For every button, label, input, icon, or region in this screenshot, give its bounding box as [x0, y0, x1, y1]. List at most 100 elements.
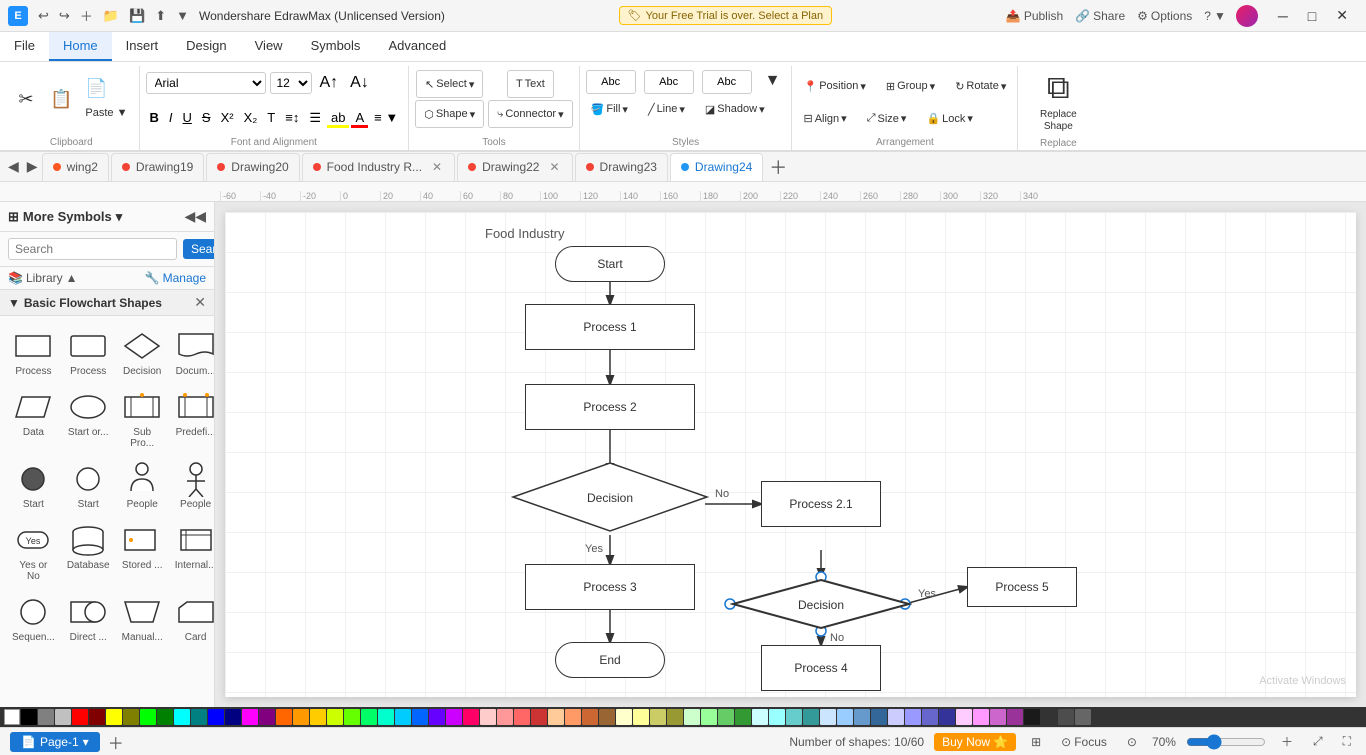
font-family-select[interactable]: Arial [146, 72, 266, 94]
color-sky-blue[interactable] [395, 709, 411, 725]
line-button[interactable]: ╱ Line ▾ [643, 98, 690, 120]
shape-start-oval[interactable]: Start or... [63, 385, 114, 453]
user-avatar[interactable] [1236, 5, 1258, 27]
color-peach[interactable] [548, 709, 564, 725]
color-orchid[interactable] [973, 709, 989, 725]
replace-shape-button[interactable]: ⧉ Replace Shape [1028, 66, 1088, 136]
color-lime[interactable] [140, 709, 156, 725]
font-color-button[interactable]: A [351, 107, 368, 129]
color-light-green[interactable] [701, 709, 717, 725]
shape-people[interactable]: People [118, 457, 167, 514]
shape-process21[interactable]: Process 2.1 [761, 481, 881, 527]
color-mid-gray[interactable] [1075, 709, 1091, 725]
publish-button[interactable]: 📤 Publish [1006, 9, 1063, 23]
color-dodger-blue[interactable] [412, 709, 428, 725]
shape-stored[interactable]: Stored ... [118, 518, 167, 586]
fill-button[interactable]: 🪣 Fill ▾ [586, 98, 633, 120]
paste-button[interactable]: 📄 [80, 78, 132, 100]
menu-design[interactable]: Design [172, 32, 240, 61]
paste-options-button[interactable]: Paste ▼ [80, 102, 132, 124]
color-alice-blue[interactable] [820, 709, 836, 725]
shape-button[interactable]: ⬡ Shape ▾ [415, 100, 484, 128]
help-button[interactable]: ? ▼ [1204, 9, 1226, 23]
canvas-area[interactable]: Food Industry [215, 202, 1366, 707]
color-near-black[interactable] [1024, 709, 1040, 725]
color-green[interactable] [157, 709, 173, 725]
subscript-button[interactable]: X₂ [240, 107, 262, 129]
color-dark-teal[interactable] [803, 709, 819, 725]
color-crimson[interactable] [531, 709, 547, 725]
color-spring-green[interactable] [361, 709, 377, 725]
close-button[interactable]: ✕ [1326, 0, 1358, 32]
zoom-in-button[interactable]: ＋ [1276, 731, 1298, 752]
color-cornflower[interactable] [837, 709, 853, 725]
options-button[interactable]: ⚙ Options [1137, 9, 1192, 23]
color-orange[interactable] [293, 709, 309, 725]
color-purple[interactable] [259, 709, 275, 725]
color-orange-red[interactable] [276, 709, 292, 725]
color-dark-blue2[interactable] [871, 709, 887, 725]
menu-view[interactable]: View [241, 32, 297, 61]
color-rose[interactable] [463, 709, 479, 725]
add-tab-button[interactable]: ＋ [765, 154, 791, 180]
shape-process4[interactable]: Process 4 [761, 645, 881, 691]
line-spacing-button[interactable]: ≡↕ [281, 107, 303, 129]
shape-process2-canvas[interactable]: Process 2 [525, 384, 695, 430]
color-yellow[interactable] [106, 709, 122, 725]
trial-banner[interactable]: 🏷 Your Free Trial is over. Select a Plan [619, 6, 832, 25]
search-input[interactable] [8, 238, 177, 260]
shape-start[interactable]: Start [555, 246, 665, 282]
color-peru[interactable] [582, 709, 598, 725]
menu-home[interactable]: Home [49, 32, 112, 61]
styles-more-button[interactable]: ▼ [760, 70, 786, 92]
position-button[interactable]: 📍 Position ▾ [798, 75, 870, 97]
color-pink-light[interactable] [480, 709, 496, 725]
menu-insert[interactable]: Insert [112, 32, 173, 61]
color-dark-khaki[interactable] [667, 709, 683, 725]
shape-process3[interactable]: Process 3 [525, 564, 695, 610]
menu-file[interactable]: File [0, 32, 49, 61]
color-steel-blue[interactable] [854, 709, 870, 725]
color-khaki[interactable] [650, 709, 666, 725]
list-button[interactable]: ☰ [305, 107, 325, 129]
font-size-increase[interactable]: A↑ [316, 72, 343, 94]
sidebar-collapse-button[interactable]: ◀◀ [184, 208, 206, 225]
new-button[interactable]: ＋ [76, 4, 97, 27]
color-purple2[interactable] [446, 709, 462, 725]
share-button[interactable]: 🔗 Share [1075, 9, 1125, 23]
redo-button[interactable]: ↪ [55, 4, 74, 27]
color-slate-blue[interactable] [922, 709, 938, 725]
shape-process2[interactable]: Process [63, 324, 114, 381]
shape-database[interactable]: Database [63, 518, 114, 586]
color-light-orange[interactable] [565, 709, 581, 725]
group-button[interactable]: ⊞ Group ▾ [881, 75, 940, 97]
tab-drawing22[interactable]: Drawing22 ✕ [457, 153, 572, 181]
zoom-out-button[interactable]: ⊙ [1122, 733, 1142, 751]
tab-close-food-industry[interactable]: ✕ [430, 160, 444, 174]
copy-button[interactable]: 📋 [44, 73, 78, 129]
more-button[interactable]: ▼ [172, 4, 193, 27]
color-light-cyan[interactable] [769, 709, 785, 725]
export-button[interactable]: ⬆ [151, 4, 170, 27]
open-button[interactable]: 📁 [99, 4, 123, 27]
color-honeydew[interactable] [684, 709, 700, 725]
undo-button[interactable]: ↩ [34, 4, 53, 27]
color-plum[interactable] [956, 709, 972, 725]
tab-close-drawing22[interactable]: ✕ [547, 160, 561, 174]
connector-button[interactable]: ⤷ Connector ▾ [488, 100, 572, 128]
color-light-yellow[interactable] [633, 709, 649, 725]
font-size-select[interactable]: 12 [270, 72, 312, 94]
shape-card[interactable]: Card [171, 590, 214, 647]
shape-sub-process[interactable]: Sub Pro... [118, 385, 167, 453]
select-button[interactable]: ↖ Select ▾ [416, 70, 483, 98]
shape-direct[interactable]: Direct ... [63, 590, 114, 647]
color-olive[interactable] [123, 709, 139, 725]
text-highlight-button[interactable]: ab [327, 107, 349, 129]
color-silver[interactable] [55, 709, 71, 725]
shape-internal[interactable]: Internal... [171, 518, 214, 586]
color-turquoise[interactable] [378, 709, 394, 725]
color-white[interactable] [4, 709, 20, 725]
color-medium-green[interactable] [718, 709, 734, 725]
shape-process[interactable]: Process [8, 324, 59, 381]
italic-button[interactable]: I [165, 107, 177, 129]
